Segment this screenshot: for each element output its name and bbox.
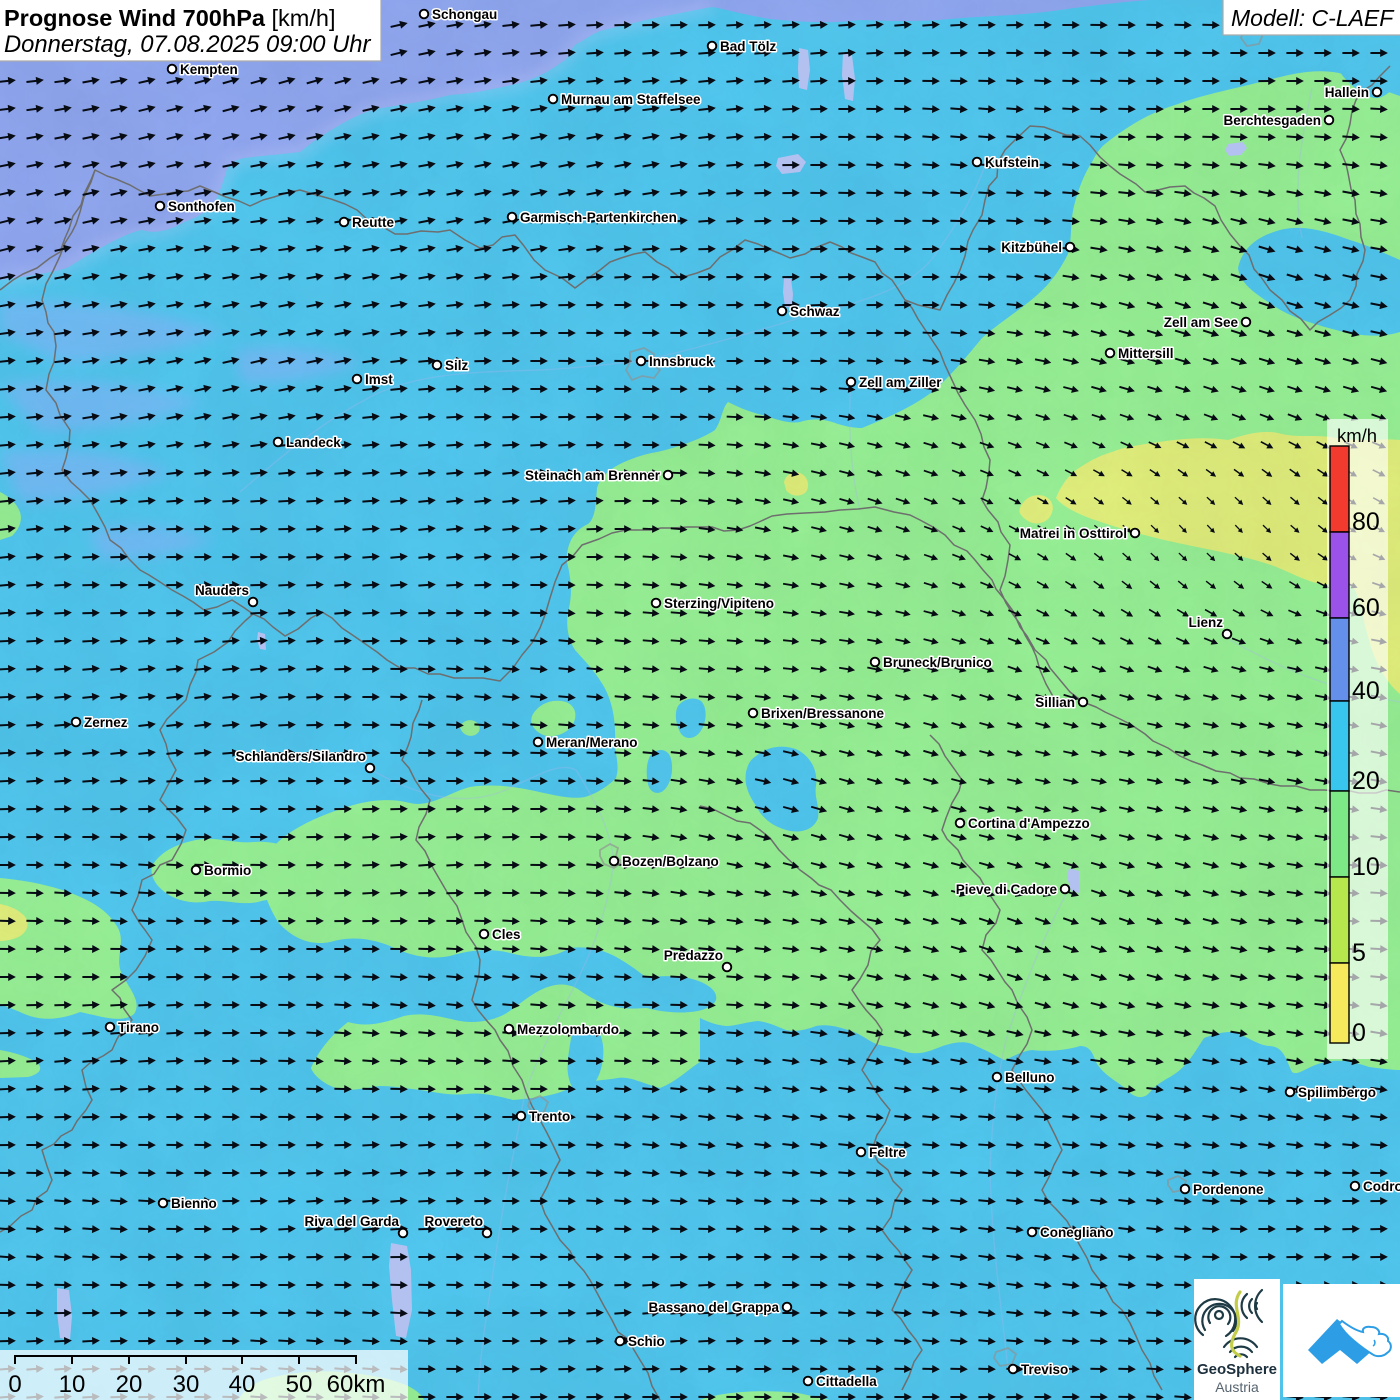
svg-text:Predazzo: Predazzo xyxy=(664,948,723,963)
svg-text:10: 10 xyxy=(59,1371,86,1398)
svg-text:60km: 60km xyxy=(327,1371,386,1398)
svg-text:Lienz: Lienz xyxy=(1188,615,1223,630)
svg-text:Kitzbühel: Kitzbühel xyxy=(1001,240,1062,255)
svg-text:Silz: Silz xyxy=(445,358,469,373)
svg-text:Bassano del Grappa: Bassano del Grappa xyxy=(648,1300,779,1315)
svg-text:Mezzolombardo: Mezzolombardo xyxy=(517,1022,619,1037)
svg-text:Berchtesgaden: Berchtesgaden xyxy=(1223,113,1321,128)
svg-text:Kufstein: Kufstein xyxy=(985,155,1039,170)
svg-text:0: 0 xyxy=(1352,1019,1366,1047)
svg-text:GeoSphere: GeoSphere xyxy=(1197,1361,1277,1378)
svg-text:Spilimbergo: Spilimbergo xyxy=(1298,1085,1376,1100)
svg-text:Landeck: Landeck xyxy=(286,435,341,450)
svg-text:Garmisch-Partenkirchen: Garmisch-Partenkirchen xyxy=(520,210,677,225)
svg-text:Riva del Garda: Riva del Garda xyxy=(304,1214,399,1229)
svg-text:Conegliano: Conegliano xyxy=(1040,1225,1114,1240)
svg-text:Bruneck/Brunico: Bruneck/Brunico xyxy=(883,655,992,670)
svg-text:Bienno: Bienno xyxy=(171,1196,217,1211)
svg-text:Steinach am Brenner: Steinach am Brenner xyxy=(525,468,661,483)
svg-text:Hallein: Hallein xyxy=(1325,85,1369,100)
svg-text:Austria: Austria xyxy=(1215,1379,1259,1395)
svg-text:Sterzing/Vipiteno: Sterzing/Vipiteno xyxy=(664,596,774,611)
svg-text:10: 10 xyxy=(1352,853,1380,881)
svg-text:Pieve di Cadore: Pieve di Cadore xyxy=(956,882,1058,897)
svg-text:40: 40 xyxy=(229,1371,256,1398)
svg-text:Cles: Cles xyxy=(492,927,521,942)
svg-text:Kempten: Kempten xyxy=(180,62,238,77)
svg-text:Schwaz: Schwaz xyxy=(790,304,840,319)
svg-text:Donnerstag, 07.08.2025 09:00 U: Donnerstag, 07.08.2025 09:00 Uhr xyxy=(4,31,372,58)
svg-text:Mittersill: Mittersill xyxy=(1118,346,1174,361)
svg-text:Schongau: Schongau xyxy=(432,7,497,22)
svg-text:Bad Tölz: Bad Tölz xyxy=(720,39,776,54)
svg-text:20: 20 xyxy=(1352,767,1380,795)
svg-text:Pordenone: Pordenone xyxy=(1193,1182,1264,1197)
svg-text:Cittadella: Cittadella xyxy=(816,1374,877,1389)
svg-text:Belluno: Belluno xyxy=(1005,1070,1055,1085)
svg-text:0: 0 xyxy=(8,1371,21,1398)
svg-text:Zell am See: Zell am See xyxy=(1164,315,1239,330)
svg-text:50: 50 xyxy=(286,1371,313,1398)
svg-text:Zell am Ziller: Zell am Ziller xyxy=(859,375,942,390)
svg-text:Codroipo: Codroipo xyxy=(1363,1179,1400,1194)
svg-text:Innsbruck: Innsbruck xyxy=(649,354,714,369)
svg-text:Prognose Wind 700hPa [km/h]: Prognose Wind 700hPa [km/h] xyxy=(4,5,335,31)
svg-text:Schio: Schio xyxy=(628,1334,665,1349)
svg-text:Tirano: Tirano xyxy=(118,1020,159,1035)
svg-text:Bormio: Bormio xyxy=(204,863,251,878)
svg-text:80: 80 xyxy=(1352,508,1380,536)
svg-text:Cortina d'Ampezzo: Cortina d'Ampezzo xyxy=(968,816,1090,831)
svg-text:40: 40 xyxy=(1352,677,1380,705)
svg-text:20: 20 xyxy=(116,1371,143,1398)
svg-text:Schlanders/Silandro: Schlanders/Silandro xyxy=(235,749,366,764)
svg-text:Feltre: Feltre xyxy=(869,1145,906,1160)
svg-text:Rovereto: Rovereto xyxy=(424,1214,483,1229)
svg-text:30: 30 xyxy=(173,1371,200,1398)
svg-text:Sillian: Sillian xyxy=(1035,695,1075,710)
svg-text:Brixen/Bressanone: Brixen/Bressanone xyxy=(761,706,885,721)
svg-text:Matrei in Osttirol: Matrei in Osttirol xyxy=(1020,526,1127,541)
svg-text:Trento: Trento xyxy=(529,1109,570,1124)
svg-text:5: 5 xyxy=(1352,939,1366,967)
svg-text:Nauders: Nauders xyxy=(195,583,249,598)
svg-text:Murnau am Staffelsee: Murnau am Staffelsee xyxy=(561,92,701,107)
svg-text:Meran/Merano: Meran/Merano xyxy=(546,735,638,750)
svg-text:Zernez: Zernez xyxy=(84,715,128,730)
svg-text:Sonthofen: Sonthofen xyxy=(168,199,235,214)
svg-text:Modell: C-LAEF: Modell: C-LAEF xyxy=(1231,5,1395,31)
svg-text:Bozen/Bolzano: Bozen/Bolzano xyxy=(622,854,719,869)
svg-text:km/h: km/h xyxy=(1337,425,1377,446)
svg-text:Imst: Imst xyxy=(365,372,393,387)
svg-text:Reutte: Reutte xyxy=(352,215,394,230)
svg-text:Treviso: Treviso xyxy=(1021,1362,1068,1377)
svg-text:60: 60 xyxy=(1352,594,1380,622)
